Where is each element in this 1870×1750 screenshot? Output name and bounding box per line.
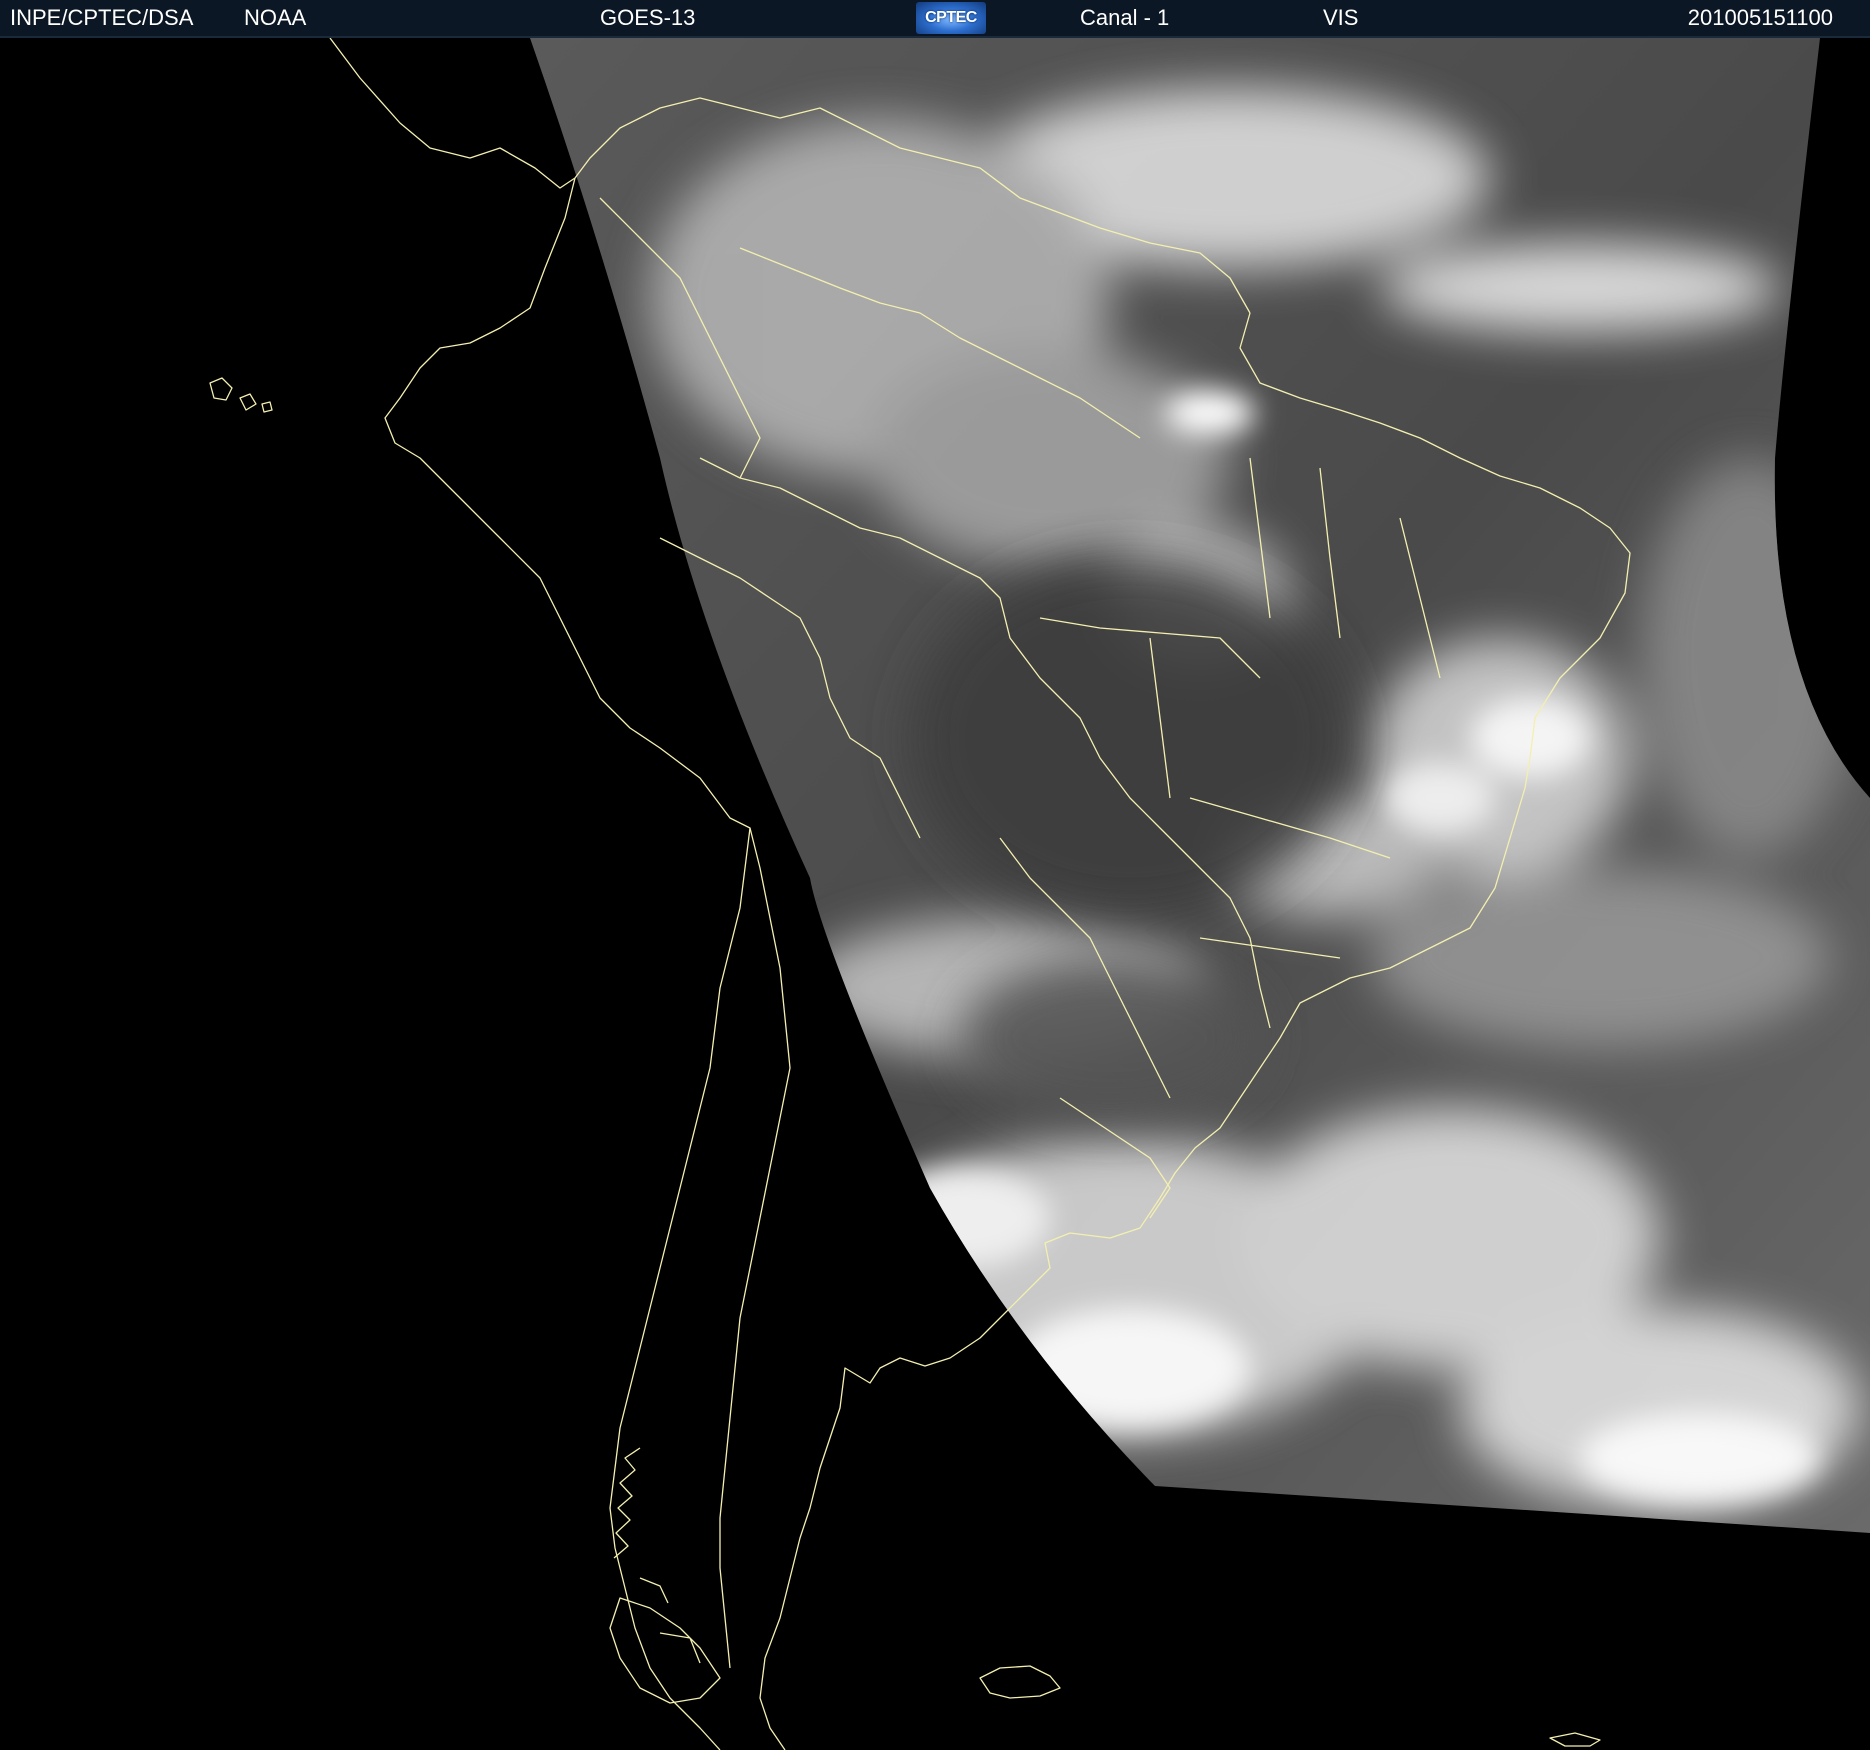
logo-text: CPTEC [925, 9, 977, 26]
tierra-del-fuego [609, 1577, 721, 1704]
timestamp-label: 201005151100 [1687, 5, 1833, 30]
satellite-image-canvas [209, 38, 1870, 1750]
cptec-logo: CPTEC [916, 2, 986, 34]
chile-fjords [613, 1447, 641, 1559]
agency-label: NOAA [244, 5, 307, 30]
border-chile-argentina [719, 827, 791, 1669]
header-bar: INPE/CPTEC/DSA NOAA GOES-13 CPTEC Canal … [0, 0, 1870, 38]
cloud-cell [1385, 763, 1495, 833]
clear-sky-area [910, 558, 1350, 918]
cloud-cell [1580, 1413, 1820, 1503]
band-label: VIS [1323, 5, 1359, 30]
satellite-image [0, 38, 1870, 1750]
falkland-islands [979, 1665, 1061, 1699]
cloud-cell [1010, 1308, 1250, 1428]
cloud-cell [1165, 391, 1255, 435]
channel-label: Canal - 1 [1080, 5, 1170, 30]
cloud-cell [1470, 698, 1590, 778]
cloud-mass [1370, 868, 1830, 1048]
cloud-mass [1640, 458, 1860, 858]
organization-label: INPE/CPTEC/DSA [10, 5, 194, 30]
satellite-label: GOES-13 [600, 5, 696, 30]
cloud-mass [1380, 243, 1780, 333]
clear-sky-area [960, 958, 1260, 1118]
cloud-cell [870, 1168, 1050, 1268]
galapagos-islands [209, 377, 273, 413]
south-georgia [1549, 1732, 1601, 1747]
